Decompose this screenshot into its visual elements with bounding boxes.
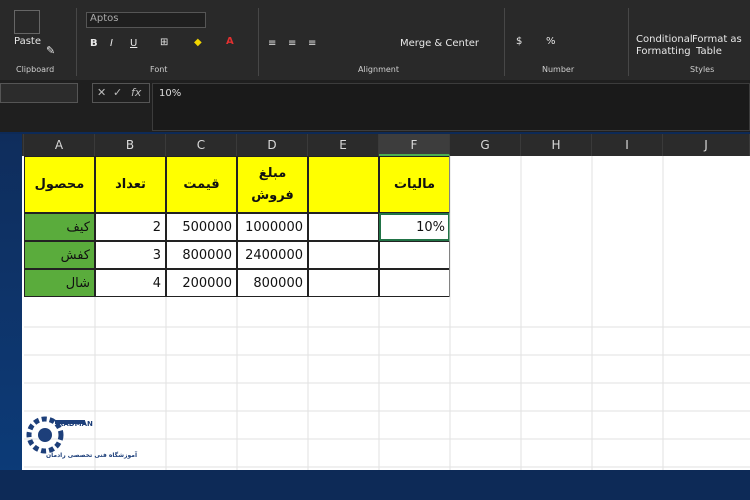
formula-buttons: ✕ ✓ fx bbox=[92, 83, 150, 103]
column-header-b[interactable]: B bbox=[95, 134, 166, 156]
borders-icon[interactable]: ⊞ bbox=[160, 37, 168, 48]
column-header-j[interactable]: J bbox=[663, 134, 750, 156]
column-header-d[interactable]: D bbox=[237, 134, 308, 156]
logo-brand-text: RADMAN bbox=[58, 420, 93, 428]
align-right-icon[interactable]: ≡ bbox=[308, 38, 316, 49]
font-color-icon[interactable]: A bbox=[226, 36, 234, 47]
cancel-icon[interactable]: ✕ bbox=[97, 86, 106, 99]
ribbon: Paste ✎ Clipboard Aptos B I U ⊞ ◆ A Font… bbox=[0, 0, 750, 80]
conditional-formatting-button-line2[interactable]: Formatting bbox=[636, 46, 691, 57]
formula-area: ✕ ✓ fx 10% bbox=[0, 80, 750, 132]
worksheet: A B C D E F G H I J محصول تعداد قیمت مبل… bbox=[0, 134, 750, 500]
align-left-icon[interactable]: ≡ bbox=[268, 38, 276, 49]
ribbon-divider bbox=[76, 8, 77, 76]
conditional-formatting-button[interactable]: Conditional bbox=[636, 34, 693, 45]
name-box[interactable] bbox=[0, 83, 78, 103]
format-painter-icon[interactable]: ✎ bbox=[46, 44, 55, 57]
radman-gear-logo-icon bbox=[26, 416, 85, 454]
percent-button[interactable]: % bbox=[546, 36, 556, 47]
merge-center-button[interactable]: Merge & Center bbox=[400, 38, 479, 49]
ribbon-divider bbox=[628, 8, 629, 76]
format-as-table-button[interactable]: Format as bbox=[692, 34, 742, 45]
bottom-decorative-frame bbox=[0, 470, 750, 500]
logo-tagline: آموزشگاه فنی تخصصی رادمان bbox=[46, 452, 138, 459]
currency-icon[interactable]: $ bbox=[516, 36, 522, 47]
italic-button[interactable]: I bbox=[110, 38, 113, 49]
grid-lines bbox=[24, 156, 750, 500]
font-name-box[interactable]: Aptos bbox=[86, 12, 206, 28]
alignment-group-label: Alignment bbox=[358, 65, 399, 74]
clipboard-group-label: Clipboard bbox=[16, 65, 55, 74]
styles-group-label: Styles bbox=[690, 65, 715, 74]
column-header-g[interactable]: G bbox=[450, 134, 521, 156]
ribbon-divider bbox=[258, 8, 259, 76]
paste-button[interactable]: Paste bbox=[14, 36, 41, 47]
column-header-a[interactable]: A bbox=[24, 134, 95, 156]
underline-button[interactable]: U bbox=[130, 38, 137, 49]
align-center-icon[interactable]: ≡ bbox=[288, 38, 296, 49]
left-decorative-frame bbox=[0, 134, 22, 500]
column-header-c[interactable]: C bbox=[166, 134, 237, 156]
column-header-h[interactable]: H bbox=[521, 134, 592, 156]
confirm-icon[interactable]: ✓ bbox=[113, 86, 122, 99]
fill-color-icon[interactable]: ◆ bbox=[194, 37, 202, 48]
bold-button[interactable]: B bbox=[90, 38, 98, 49]
formula-input[interactable]: 10% bbox=[152, 83, 750, 131]
column-header-i[interactable]: I bbox=[592, 134, 663, 156]
column-header-e[interactable]: E bbox=[308, 134, 379, 156]
paste-icon[interactable] bbox=[14, 10, 40, 34]
number-group-label: Number bbox=[542, 65, 575, 74]
ribbon-divider bbox=[504, 8, 505, 76]
column-header-f[interactable]: F bbox=[379, 134, 450, 156]
format-as-table-button-line2[interactable]: Table bbox=[696, 46, 722, 57]
font-group-label: Font bbox=[150, 65, 168, 74]
function-icon[interactable]: fx bbox=[131, 86, 141, 99]
